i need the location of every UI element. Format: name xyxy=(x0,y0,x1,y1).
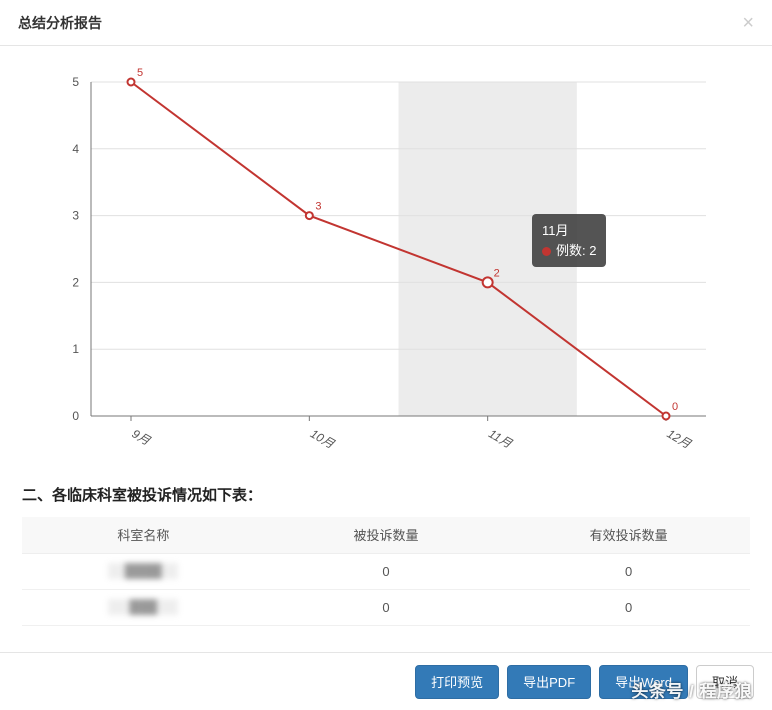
cancel-button[interactable]: 取消 xyxy=(696,665,754,699)
chart-canvas: 0 1 2 3 4 5 9月 10月 11月 12月 5 3 2 0 xyxy=(22,64,750,464)
svg-text:3: 3 xyxy=(315,201,321,213)
svg-text:0: 0 xyxy=(672,401,678,413)
svg-text:2: 2 xyxy=(72,275,79,289)
svg-text:9月: 9月 xyxy=(130,426,154,448)
cell-valid: 0 xyxy=(507,589,750,625)
svg-text:5: 5 xyxy=(137,67,143,79)
section-title: 二、各临床科室被投诉情况如下表： xyxy=(22,484,750,505)
svg-text:12月: 12月 xyxy=(665,426,695,451)
close-icon[interactable]: × xyxy=(742,13,754,33)
svg-text:4: 4 xyxy=(72,142,79,156)
cell-complained: 0 xyxy=(265,589,508,625)
col-complained: 被投诉数量 xyxy=(265,517,508,553)
complaints-table: 科室名称 被投诉数量 有效投诉数量 ████00███00 xyxy=(22,517,750,626)
modal-footer: 打印预览 导出PDF 导出Word 取消 头条号 / 程序狼 xyxy=(0,652,772,710)
cell-complained: 0 xyxy=(265,553,508,589)
svg-text:2: 2 xyxy=(494,267,500,279)
scroll-area[interactable]: 0123459月10月11月12月5320 11月 例数: 2 二、各临床科室被… xyxy=(22,64,750,652)
modal-dialog: 总结分析报告 × 0123459月10月11月12月5320 11月 例数: 2… xyxy=(0,0,772,710)
svg-text:10月: 10月 xyxy=(308,426,338,451)
svg-text:0: 0 xyxy=(72,409,79,423)
table-row: ████00 xyxy=(22,553,750,589)
svg-text:3: 3 xyxy=(72,209,79,223)
table-header-row: 科室名称 被投诉数量 有效投诉数量 xyxy=(22,517,750,553)
cell-valid: 0 xyxy=(507,553,750,589)
col-dept: 科室名称 xyxy=(22,517,265,553)
export-word-button[interactable]: 导出Word xyxy=(599,665,688,699)
col-valid: 有效投诉数量 xyxy=(507,517,750,553)
svg-text:11月: 11月 xyxy=(486,426,515,451)
modal-header: 总结分析报告 × xyxy=(0,0,772,46)
table-row: ███00 xyxy=(22,589,750,625)
export-pdf-button[interactable]: 导出PDF xyxy=(507,665,591,699)
modal-title: 总结分析报告 xyxy=(18,13,102,33)
svg-text:1: 1 xyxy=(72,342,79,356)
modal-body: 0123459月10月11月12月5320 11月 例数: 2 二、各临床科室被… xyxy=(0,46,772,652)
print-preview-button[interactable]: 打印预览 xyxy=(415,665,499,699)
cell-dept: ███ xyxy=(22,589,265,625)
svg-text:5: 5 xyxy=(72,75,79,89)
table-body: ████00███00 xyxy=(22,553,750,625)
cell-dept: ████ xyxy=(22,553,265,589)
line-chart[interactable]: 0123459月10月11月12月5320 11月 例数: 2 xyxy=(22,64,750,464)
